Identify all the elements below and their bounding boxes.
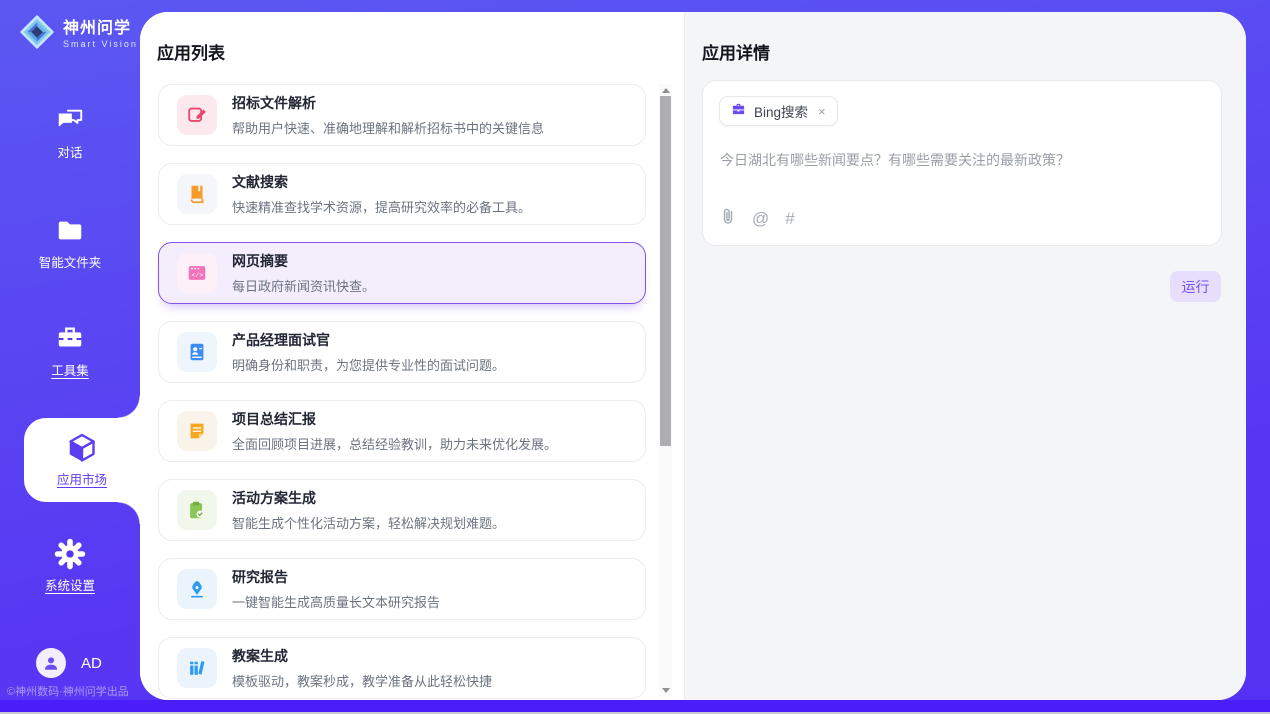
sidebar-item-label: 应用市场 (57, 469, 107, 488)
at-icon[interactable]: @ (752, 210, 769, 227)
app-card-bid-parsing[interactable]: 招标文件解析 帮助用户快速、准确地理解和解析招标书中的关键信息 (158, 84, 646, 146)
app-card-web-summary[interactable]: </> 网页摘要 每日政府新闻资讯快查。 (158, 242, 646, 304)
app-card-project-summary[interactable]: 项目总结汇报 全面回顾项目进展，总结经验教训，助力未来优化发展。 (158, 400, 646, 462)
sidebar-item-app-market[interactable]: 应用市场 (24, 418, 140, 502)
attachment-toolbar: @ # (720, 207, 795, 230)
brand-logo: 神州问学 Smart Vision (18, 13, 138, 56)
brand-tagline: Smart Vision (63, 39, 138, 49)
sidebar-item-label: 工具集 (0, 360, 140, 379)
book-icon (177, 174, 217, 214)
hash-icon[interactable]: # (785, 210, 794, 227)
app-detail-panel: 应用详情 Bing搜索 × 今日湖北有哪些新闻要点？有哪些需要关注的最新政策？ (685, 12, 1246, 700)
books-icon (177, 648, 217, 688)
app-detail-title: 应用详情 (702, 39, 770, 64)
tool-tag-label: Bing搜索 (754, 101, 808, 121)
app-card-title: 文献搜索 (232, 172, 531, 192)
app-card-list: 招标文件解析 帮助用户快速、准确地理解和解析招标书中的关键信息 文献搜索 快速精… (158, 84, 646, 700)
sidebar-item-label: 智能文件夹 (0, 252, 140, 271)
app-card-title: 网页摘要 (232, 251, 375, 271)
app-card-title: 产品经理面试官 (232, 330, 505, 350)
paperclip-icon[interactable] (720, 207, 736, 230)
user-initials: AD (81, 655, 102, 672)
folder-icon (0, 215, 140, 245)
tool-tag-bing-search[interactable]: Bing搜索 × (719, 96, 838, 126)
app-card-event-plan[interactable]: 活动方案生成 智能生成个性化活动方案，轻松解决规划难题。 (158, 479, 646, 541)
sidebar-item-label: 系统设置 (0, 575, 140, 594)
scroll-down-icon[interactable] (659, 684, 672, 696)
briefcase-icon (731, 101, 746, 121)
edit-document-icon (177, 95, 217, 135)
app-card-desc: 一键智能生成高质量长文本研究报告 (232, 592, 440, 611)
app-card-desc: 每日政府新闻资讯快查。 (232, 276, 375, 295)
app-card-desc: 全面回顾项目进展，总结经验教训，助力未来优化发展。 (232, 434, 557, 453)
chat-icon (0, 105, 140, 135)
list-scrollbar[interactable] (659, 84, 672, 696)
scrollbar-thumb[interactable] (660, 96, 671, 446)
sidebar-item-label: 对话 (0, 142, 140, 161)
browser-code-icon: </> (177, 253, 217, 293)
prompt-text[interactable]: 今日湖北有哪些新闻要点？有哪些需要关注的最新政策？ (720, 151, 1200, 171)
app-card-title: 研究报告 (232, 567, 440, 587)
close-icon[interactable]: × (818, 104, 826, 119)
app-card-title: 招标文件解析 (232, 93, 544, 113)
app-card-desc: 明确身份和职责，为您提供专业性的面试问题。 (232, 355, 505, 374)
sidebar-item-smart-folder[interactable]: 智能文件夹 (0, 215, 140, 271)
run-button[interactable]: 运行 (1170, 271, 1221, 302)
app-card-title: 项目总结汇报 (232, 409, 557, 429)
app-list-title: 应用列表 (157, 39, 225, 64)
cube-icon (66, 432, 98, 462)
app-card-pm-interviewer[interactable]: 产品经理面试官 明确身份和职责，为您提供专业性的面试问题。 (158, 321, 646, 383)
clipboard-check-icon (177, 490, 217, 530)
scroll-up-icon[interactable] (659, 84, 672, 96)
brand-name: 神州问学 (63, 20, 138, 38)
toolbox-icon (0, 323, 140, 353)
app-card-research-report[interactable]: 研究报告 一键智能生成高质量长文本研究报告 (158, 558, 646, 620)
sidebar-item-settings[interactable]: 系统设置 (0, 538, 140, 594)
app-card-title: 教案生成 (232, 646, 492, 666)
app-card-desc: 快速精准查找学术资源，提高研究效率的必备工具。 (232, 197, 531, 216)
note-icon (177, 411, 217, 451)
app-card-literature-search[interactable]: 文献搜索 快速精准查找学术资源，提高研究效率的必备工具。 (158, 163, 646, 225)
sidebar: 神州问学 Smart Vision 对话 智能文件夹 (0, 0, 140, 700)
interview-doc-icon (177, 332, 217, 372)
diamond-logo-icon (18, 13, 56, 56)
sidebar-item-chat[interactable]: 对话 (0, 105, 140, 161)
app-card-desc: 智能生成个性化活动方案，轻松解决规划难题。 (232, 513, 505, 532)
user-account[interactable]: AD (36, 648, 102, 678)
gear-icon (0, 538, 140, 568)
bottom-frame-bar (0, 700, 1270, 712)
app-card-desc: 模板驱动，教案秒成，教学准备从此轻松快捷 (232, 671, 492, 690)
svg-text:</>: </> (192, 272, 204, 279)
avatar (36, 648, 66, 678)
copyright-footer: ©神州数码·神州问学出品 (7, 683, 147, 699)
sidebar-item-toolbox[interactable]: 工具集 (0, 323, 140, 379)
prompt-input-card[interactable]: Bing搜索 × 今日湖北有哪些新闻要点？有哪些需要关注的最新政策？ @ # (702, 80, 1222, 246)
app-card-desc: 帮助用户快速、准确地理解和解析招标书中的关键信息 (232, 118, 544, 137)
app-card-lesson-plan[interactable]: 教案生成 模板驱动，教案秒成，教学准备从此轻松快捷 (158, 637, 646, 699)
app-list-panel: 应用列表 招标文件解析 帮助用户快速、准确地理解和解析招标书中的关键信息 (140, 12, 685, 700)
ink-pen-icon (177, 569, 217, 609)
main-container: 应用列表 招标文件解析 帮助用户快速、准确地理解和解析招标书中的关键信息 (140, 12, 1246, 700)
app-card-title: 活动方案生成 (232, 488, 505, 508)
